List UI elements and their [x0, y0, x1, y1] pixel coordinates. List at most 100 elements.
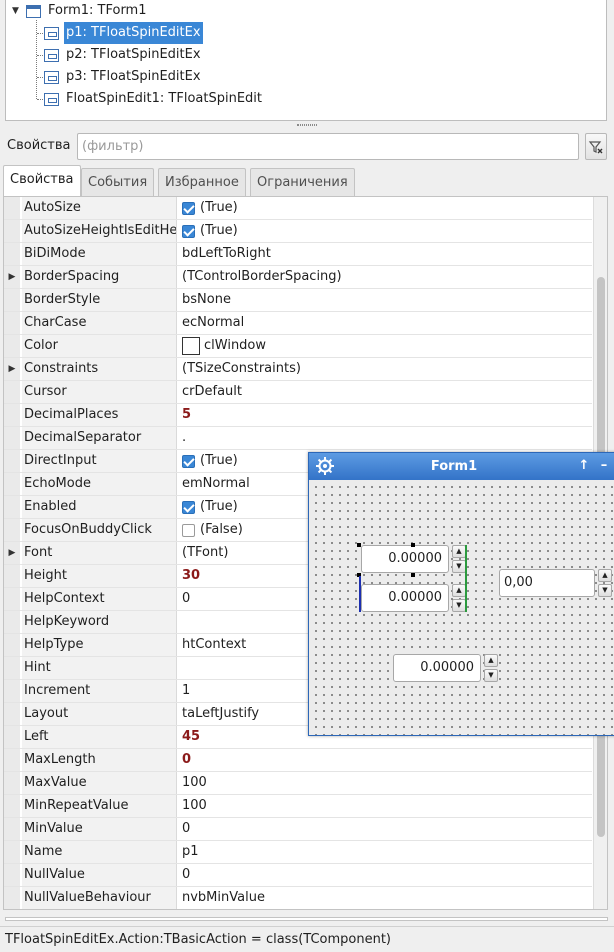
property-value[interactable]: (TControlBorderSpacing) [178, 266, 592, 288]
property-value[interactable]: p1 [178, 841, 592, 863]
spin-edit-p2[interactable]: 0.00000 ▲ ▼ [361, 584, 466, 612]
property-row[interactable]: NullValue 0 [4, 864, 592, 887]
property-value[interactable]: 0 [178, 818, 592, 840]
spin-down-button[interactable]: ▼ [484, 669, 498, 682]
property-row[interactable]: DecimalPlaces 5 [4, 404, 592, 427]
spin-edit-floatspinedit1[interactable]: 0,00 ▲ ▼ [499, 569, 612, 597]
selection-handle[interactable] [357, 543, 361, 547]
property-checkbox[interactable] [182, 454, 195, 468]
tab-events[interactable]: События [81, 168, 155, 196]
spin-down-button[interactable]: ▼ [598, 584, 612, 597]
property-name[interactable]: BorderSpacing [22, 266, 177, 288]
selection-handle[interactable] [411, 573, 415, 577]
property-name[interactable]: HelpType [22, 634, 177, 656]
tree-node-p3[interactable]: p3: TFloatSpinEditEx [44, 66, 203, 88]
property-row[interactable]: AutoSize (True) [4, 197, 592, 220]
property-name[interactable]: DecimalPlaces [22, 404, 177, 426]
property-name[interactable]: Name [22, 841, 177, 863]
component-tree[interactable]: ▼ Form1: TForm1 p1: TFloatSpinEditEx p2:… [5, 0, 607, 121]
spin-down-button[interactable]: ▼ [452, 599, 466, 612]
property-row[interactable]: Cursor crDefault [4, 381, 592, 404]
property-value[interactable]: . [178, 427, 592, 449]
color-swatch[interactable] [182, 337, 200, 355]
form1-designer-window[interactable]: Form1 ↑ – 0.00000 ▲ ▼ 0.00000 ▲ ▼ 0.0000… [308, 452, 614, 736]
tree-splitter[interactable] [0, 121, 614, 129]
property-value[interactable]: 100 [178, 772, 592, 794]
property-name[interactable]: DecimalSeparator [22, 427, 177, 449]
tab-properties[interactable]: Свойства [3, 165, 81, 196]
property-name[interactable]: Hint [22, 657, 177, 679]
spin-edit-p1[interactable]: 0.00000 ▲ ▼ [361, 545, 466, 573]
property-row[interactable]: Name p1 [4, 841, 592, 864]
property-name[interactable]: CharCase [22, 312, 177, 334]
property-name[interactable]: Cursor [22, 381, 177, 403]
selection-handle[interactable] [411, 543, 415, 547]
property-row[interactable]: MaxLength 0 [4, 749, 592, 772]
property-row[interactable]: MaxValue 100 [4, 772, 592, 795]
property-value[interactable]: ecNormal [178, 312, 592, 334]
property-name[interactable]: Constraints [22, 358, 177, 380]
property-name[interactable]: MinRepeatValue [22, 795, 177, 817]
property-name[interactable]: Left [22, 726, 177, 748]
tree-node-form1[interactable]: ▼ Form1: TForm1 [10, 0, 149, 22]
property-row[interactable]: NullValueBehaviour nvbMinValue [4, 887, 592, 909]
property-value[interactable]: 0 [178, 864, 592, 886]
property-name[interactable]: Enabled [22, 496, 177, 518]
property-value[interactable]: nvbMinValue [178, 887, 592, 909]
clear-filter-button[interactable] [585, 133, 607, 160]
tab-favorites[interactable]: Избранное [158, 168, 246, 196]
property-name[interactable]: Increment [22, 680, 177, 702]
spin-up-button[interactable]: ▲ [452, 584, 466, 597]
form-design-surface[interactable]: 0.00000 ▲ ▼ 0.00000 ▲ ▼ 0.00000 ▲ ▼ 0,00 [309, 480, 614, 735]
expand-arrow-icon[interactable]: ▶ [4, 542, 20, 564]
property-row[interactable]: Color clWindow [4, 335, 592, 358]
minimize-button[interactable]: – [597, 457, 611, 475]
property-name[interactable]: Height [22, 565, 177, 587]
property-value[interactable]: crDefault [178, 381, 592, 403]
spin-down-button[interactable]: ▼ [452, 560, 466, 573]
spin-up-button[interactable]: ▲ [598, 569, 612, 582]
tree-node-floatspinedit1[interactable]: FloatSpinEdit1: TFloatSpinEdit [44, 88, 264, 110]
property-name[interactable]: BorderStyle [22, 289, 177, 311]
property-row[interactable]: ▶ BorderSpacing (TControlBorderSpacing) [4, 266, 592, 289]
property-name[interactable]: NullValue [22, 864, 177, 886]
spin-up-button[interactable]: ▲ [484, 654, 498, 667]
spin-edit-value[interactable]: 0.00000 [361, 545, 449, 573]
property-row[interactable]: BorderStyle bsNone [4, 289, 592, 312]
property-row[interactable]: MinRepeatValue 100 [4, 795, 592, 818]
property-checkbox[interactable] [182, 500, 195, 514]
pin-button[interactable]: ↑ [577, 457, 591, 475]
property-name[interactable]: HelpContext [22, 588, 177, 610]
property-name[interactable]: AutoSizeHeightIsEditHeight [22, 220, 177, 242]
tab-restrictions[interactable]: Ограничения [250, 168, 355, 196]
property-name[interactable]: HelpKeyword [22, 611, 177, 633]
property-row[interactable]: BiDiMode bdLeftToRight [4, 243, 592, 266]
property-name[interactable]: Layout [22, 703, 177, 725]
property-value[interactable]: (TSizeConstraints) [178, 358, 592, 380]
property-row[interactable]: AutoSizeHeightIsEditHeight (True) [4, 220, 592, 243]
property-checkbox[interactable] [182, 201, 195, 215]
property-name[interactable]: MaxValue [22, 772, 177, 794]
property-name[interactable]: DirectInput [22, 450, 177, 472]
expand-arrow-icon[interactable]: ▶ [4, 358, 20, 380]
property-value[interactable]: bdLeftToRight [178, 243, 592, 265]
property-value[interactable]: 5 [178, 404, 592, 426]
property-value[interactable]: (True) [178, 197, 592, 219]
property-value[interactable]: 100 [178, 795, 592, 817]
property-checkbox[interactable] [182, 523, 195, 537]
property-value[interactable]: clWindow [178, 335, 592, 357]
property-checkbox[interactable] [182, 224, 195, 238]
tree-node-p1[interactable]: p1: TFloatSpinEditEx [44, 22, 203, 44]
spin-edit-value[interactable]: 0.00000 [393, 654, 481, 682]
expand-arrow-icon[interactable]: ▶ [4, 266, 20, 288]
property-row[interactable]: MinValue 0 [4, 818, 592, 841]
property-name[interactable]: EchoMode [22, 473, 177, 495]
tree-node-p2[interactable]: p2: TFloatSpinEditEx [44, 44, 203, 66]
spin-edit-value[interactable]: 0,00 [499, 569, 595, 597]
property-name[interactable]: MinValue [22, 818, 177, 840]
property-value[interactable]: bsNone [178, 289, 592, 311]
property-value[interactable]: 0 [178, 749, 592, 771]
property-filter-input[interactable] [77, 133, 579, 160]
property-row[interactable]: CharCase ecNormal [4, 312, 592, 335]
property-name[interactable]: AutoSize [22, 197, 177, 219]
